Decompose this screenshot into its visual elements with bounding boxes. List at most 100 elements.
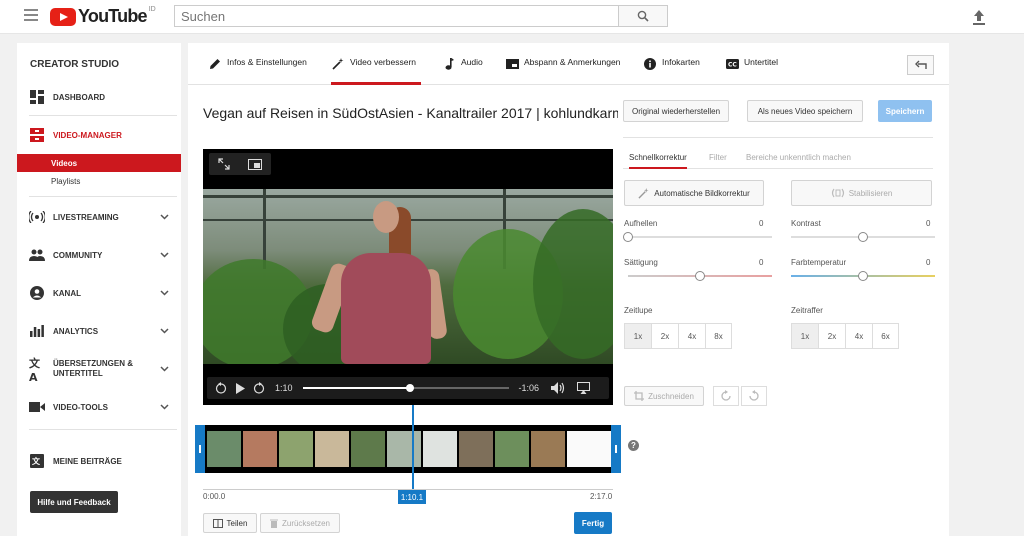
tab-audio[interactable]: Audio <box>442 57 483 85</box>
saturation-knob[interactable] <box>695 271 705 281</box>
chevron-down-icon[interactable] <box>160 326 169 335</box>
color-temperature-slider[interactable] <box>791 271 935 281</box>
main-panel: Infos & Einstellungen Video verbessern A… <box>188 43 949 536</box>
trim-handle-start[interactable] <box>195 425 205 473</box>
slowmo-option[interactable]: 1x <box>624 323 651 349</box>
youtube-logo[interactable]: YouTube ID <box>50 6 156 27</box>
top-bar: YouTube ID <box>0 0 1024 34</box>
sidebar-item-label: COMMUNITY <box>53 250 103 260</box>
fullscreen-icon[interactable] <box>218 158 230 170</box>
save-as-new-button[interactable]: Als neues Video speichern <box>747 100 863 122</box>
sidebar-item-channel[interactable]: KANAL <box>17 282 181 304</box>
slowmo-option[interactable]: 4x <box>678 323 705 349</box>
chevron-down-icon[interactable] <box>160 250 169 259</box>
youtube-play-icon <box>50 7 76 26</box>
timelapse-option[interactable]: 4x <box>845 323 872 349</box>
restore-original-button[interactable]: Original wiederherstellen <box>623 100 729 122</box>
color-temperature-label: Farbtemperatur <box>791 258 847 267</box>
trim-handle-end[interactable] <box>611 425 621 473</box>
split-button[interactable]: Teilen <box>203 513 257 533</box>
rewind-10-icon[interactable] <box>215 382 227 394</box>
tab-info-cards[interactable]: Infokarten <box>643 57 700 85</box>
chevron-down-icon[interactable] <box>160 364 169 373</box>
timelapse-label: Zeitraffer <box>791 306 823 315</box>
playhead[interactable] <box>412 405 414 500</box>
sidebar-subitem-playlists[interactable]: Playlists <box>17 172 181 190</box>
channel-icon <box>29 285 45 301</box>
seek-knob[interactable] <box>405 384 414 392</box>
sidebar-item-video-tools[interactable]: VIDEO-TOOLS <box>17 396 181 418</box>
search-button[interactable] <box>618 5 668 27</box>
chevron-down-icon[interactable] <box>160 212 169 221</box>
tab-filter[interactable]: Filter <box>709 153 727 169</box>
svg-text:CC: CC <box>728 62 737 69</box>
slowmo-option[interactable]: 2x <box>651 323 678 349</box>
save-button[interactable]: Speichern <box>878 100 932 122</box>
help-feedback-button[interactable]: Hilfe und Feedback <box>30 491 118 513</box>
end-screen-icon <box>505 57 519 71</box>
video-tools-icon <box>29 399 45 415</box>
contrast-knob[interactable] <box>858 232 868 242</box>
pencil-icon <box>208 57 222 71</box>
back-button[interactable] <box>907 55 934 75</box>
crop-button[interactable]: Zuschneiden <box>624 386 704 406</box>
tab-info-settings[interactable]: Infos & Einstellungen <box>208 57 307 85</box>
seek-bar[interactable] <box>302 384 509 392</box>
sidebar-item-contributions[interactable]: 文 MEINE BEITRÄGE <box>17 450 181 472</box>
timelapse-options: 1x 2x 4x 6x <box>791 323 899 349</box>
sidebar-item-dashboard[interactable]: DASHBOARD <box>17 86 181 108</box>
search-input[interactable] <box>174 5 618 27</box>
slowmo-option[interactable]: 8x <box>705 323 732 349</box>
timelapse-option[interactable]: 1x <box>791 323 818 349</box>
tab-enhance-video[interactable]: Video verbessern <box>331 57 421 85</box>
tab-blur[interactable]: Bereiche unkenntlich machen <box>746 153 851 169</box>
sidebar-item-label-line2: UNTERTITEL <box>53 369 103 378</box>
done-button[interactable]: Fertig <box>574 512 612 534</box>
saturation-slider[interactable] <box>628 271 772 281</box>
brightness-label: Aufhellen <box>624 219 658 228</box>
chevron-down-icon[interactable] <box>160 288 169 297</box>
sidebar-subitem-videos[interactable]: Videos <box>17 154 181 172</box>
tab-quick-fix[interactable]: Schnellkorrektur <box>629 153 687 169</box>
sidebar-item-label: LIVESTREAMING <box>53 212 119 222</box>
remaining-time: -1:06 <box>518 383 540 393</box>
tab-subtitles[interactable]: CC Untertitel <box>725 57 778 85</box>
timeline-end: 2:17.0 <box>590 492 613 501</box>
side-by-side-icon[interactable] <box>248 158 262 170</box>
timelapse-option[interactable]: 2x <box>818 323 845 349</box>
tab-end-screen[interactable]: Abspann & Anmerkungen <box>505 57 620 85</box>
divider <box>623 137 933 138</box>
play-icon[interactable] <box>235 382 245 394</box>
menu-icon[interactable] <box>24 9 38 21</box>
contrast-value: 0 <box>926 219 931 228</box>
auto-fix-button[interactable]: Automatische Bildkorrektur <box>624 180 764 206</box>
sidebar-item-translations[interactable]: 文A ÜBERSETZUNGEN & UNTERTITEL <box>17 355 181 384</box>
chevron-down-icon[interactable] <box>160 402 169 411</box>
sidebar-item-label: ÜBERSETZUNGEN & <box>53 359 134 368</box>
stabilize-button[interactable]: Stabilisieren <box>791 180 932 206</box>
brightness-knob[interactable] <box>623 232 633 242</box>
divider <box>29 429 177 430</box>
color-temperature-knob[interactable] <box>858 271 868 281</box>
slowmo-options: 1x 2x 4x 8x <box>624 323 732 349</box>
help-icon[interactable]: ? <box>628 440 639 451</box>
contrast-slider[interactable] <box>791 232 935 242</box>
brightness-slider[interactable] <box>623 232 772 242</box>
reset-button[interactable]: Zurücksetzen <box>260 513 340 533</box>
rotate-left-button[interactable] <box>741 386 767 406</box>
sidebar-item-analytics[interactable]: ANALYTICS <box>17 320 181 342</box>
forward-10-icon[interactable] <box>253 382 265 394</box>
rotate-right-button[interactable] <box>713 386 739 406</box>
video-title: Vegan auf Reisen in SüdOstAsien - Kanalt… <box>203 105 618 121</box>
filmstrip[interactable] <box>195 425 621 473</box>
video-player[interactable]: 1:10 -1:06 <box>203 149 613 405</box>
magic-wand-icon <box>331 57 345 71</box>
volume-icon[interactable] <box>551 382 565 394</box>
sidebar-item-livestreaming[interactable]: LIVESTREAMING <box>17 206 181 228</box>
sidebar-item-video-manager[interactable]: VIDEO-MANAGER <box>17 124 181 146</box>
airplay-icon[interactable] <box>577 382 591 394</box>
upload-icon[interactable] <box>970 8 988 26</box>
rotate-right-icon <box>721 390 731 401</box>
sidebar-item-community[interactable]: COMMUNITY <box>17 244 181 266</box>
timelapse-option[interactable]: 6x <box>872 323 899 349</box>
